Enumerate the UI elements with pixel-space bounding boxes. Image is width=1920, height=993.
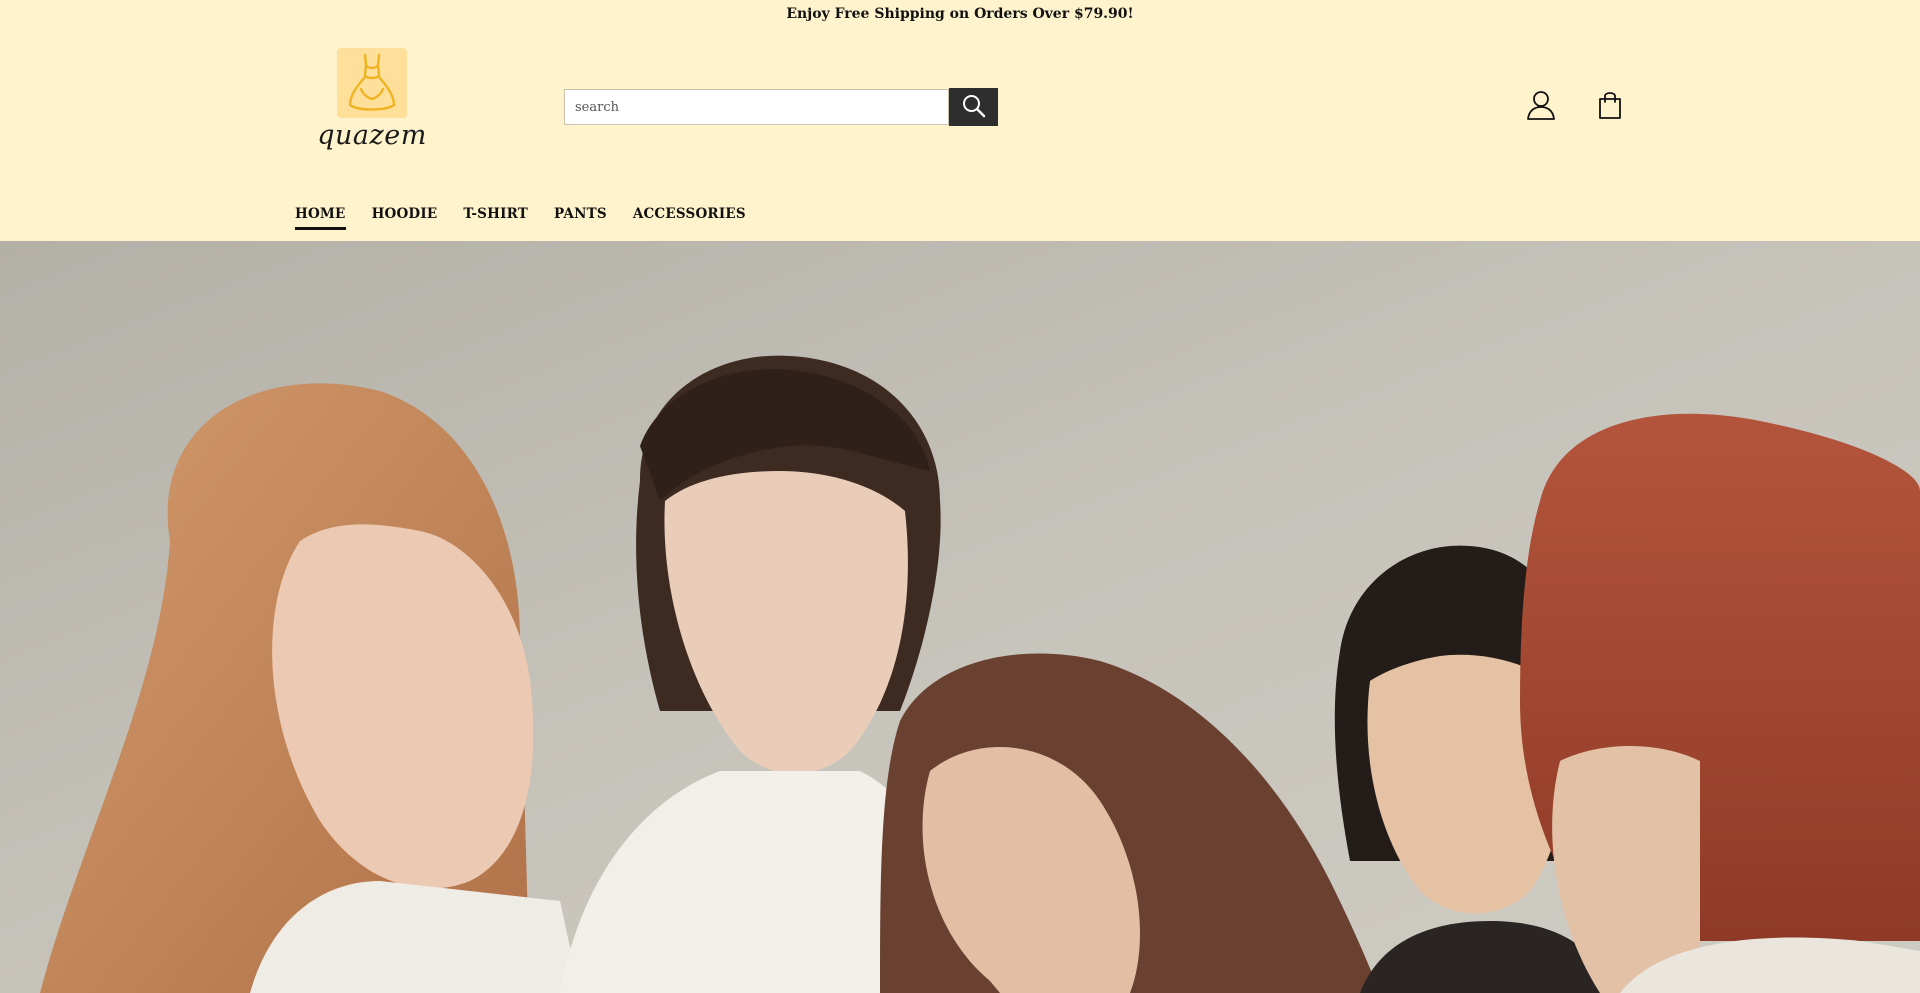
account-button[interactable] xyxy=(1524,90,1558,124)
nav-item-pants[interactable]: PANTS xyxy=(554,200,607,230)
search-button[interactable] xyxy=(949,88,998,126)
shopping-bag-icon xyxy=(1598,90,1622,124)
nav-item-home[interactable]: HOME xyxy=(295,200,346,230)
user-icon xyxy=(1526,89,1556,125)
nav-item-accessories[interactable]: ACCESSORIES xyxy=(633,200,746,230)
nav-item-hoodie[interactable]: HOODIE xyxy=(372,200,438,230)
announcement-bar: Enjoy Free Shipping on Orders Over $79.9… xyxy=(0,0,1920,28)
search-bar xyxy=(564,88,998,126)
search-input[interactable] xyxy=(564,89,949,125)
cart-button[interactable] xyxy=(1594,90,1626,124)
dress-icon xyxy=(337,48,407,118)
hero-banner-image[interactable] xyxy=(0,241,1920,993)
main-navigation: HOME HOODIE T-SHIRT PANTS ACCESSORIES xyxy=(295,200,772,236)
announcement-text: Enjoy Free Shipping on Orders Over $79.9… xyxy=(786,6,1134,22)
nav-item-t-shirt[interactable]: T-SHIRT xyxy=(463,200,528,230)
brand-name: quazem xyxy=(317,120,427,151)
search-icon xyxy=(961,93,987,122)
store-logo[interactable]: quazem xyxy=(317,48,426,156)
